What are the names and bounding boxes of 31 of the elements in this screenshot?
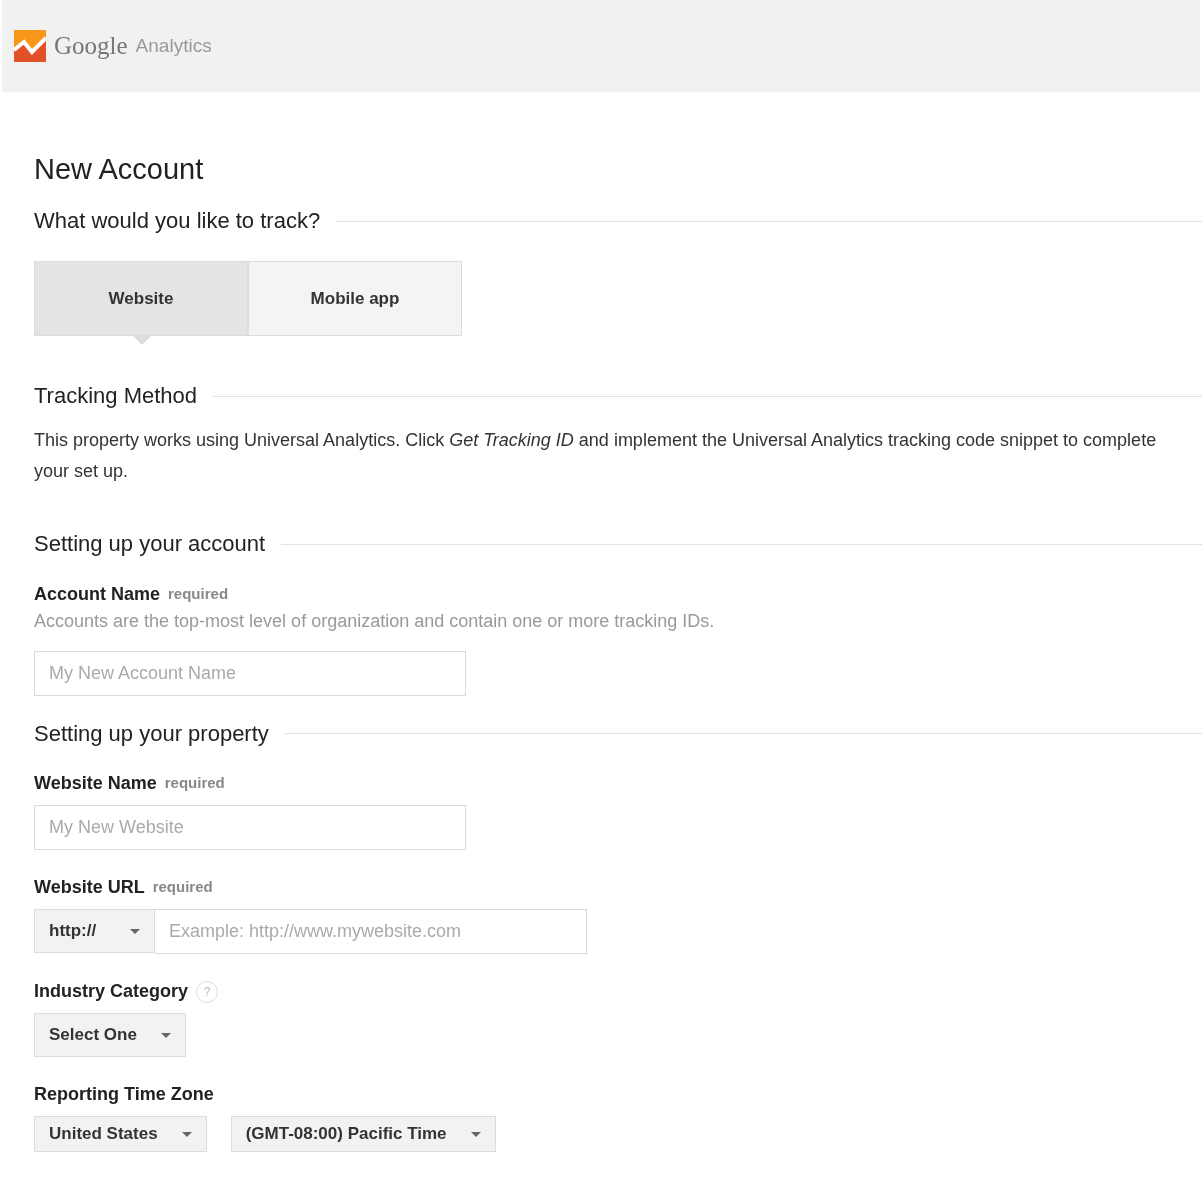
required-note: required <box>152 877 213 898</box>
field-label: Account Name <box>34 582 161 606</box>
caret-icon <box>181 1131 192 1137</box>
logo-icon <box>14 30 46 62</box>
tab[interactable]: Mobile app <box>248 261 462 337</box>
caret-icon <box>130 928 140 934</box>
field-label: Industry Category <box>34 980 189 1004</box>
field-label: Reporting Time Zone <box>34 1083 214 1107</box>
description-text: This property works using Universal Analytics. Click Get Tracking ID and implement the Universal Analytics tracking code snippet to complete your set up. <box>34 429 1158 484</box>
url-field[interactable]: Example: http://www.mywebsite.com <box>155 909 587 955</box>
section-title: Setting up your property <box>34 719 269 748</box>
dropdown[interactable]: (GMT-08:00) Pacific Time <box>230 1116 496 1153</box>
caret-icon <box>470 1131 481 1137</box>
section-title: What would you like to track? <box>34 206 321 235</box>
logo-text: Google <box>54 31 128 62</box>
field-label: Website Name <box>34 772 157 796</box>
section-title: Setting up your account <box>34 530 266 558</box>
dropdown[interactable]: United States <box>34 1116 207 1153</box>
product-name: Analytics <box>135 33 212 58</box>
required-note: required <box>168 583 229 604</box>
caret-icon <box>160 1032 171 1038</box>
field-description: Accounts are the top-most level of organization and contain one or more tracking IDs. <box>34 609 716 633</box>
page-title: New Account <box>34 152 205 187</box>
protocol-dropdown[interactable]: http:// <box>34 909 155 954</box>
text-field[interactable]: My New Website <box>34 805 466 851</box>
dropdown[interactable]: Select One <box>34 1013 186 1058</box>
section-title: Tracking Method <box>34 382 198 411</box>
text-field[interactable]: My New Account Name <box>34 650 466 696</box>
required-note: required <box>164 773 225 794</box>
pointer-icon <box>132 335 152 346</box>
field-label: Website URL <box>34 876 145 900</box>
